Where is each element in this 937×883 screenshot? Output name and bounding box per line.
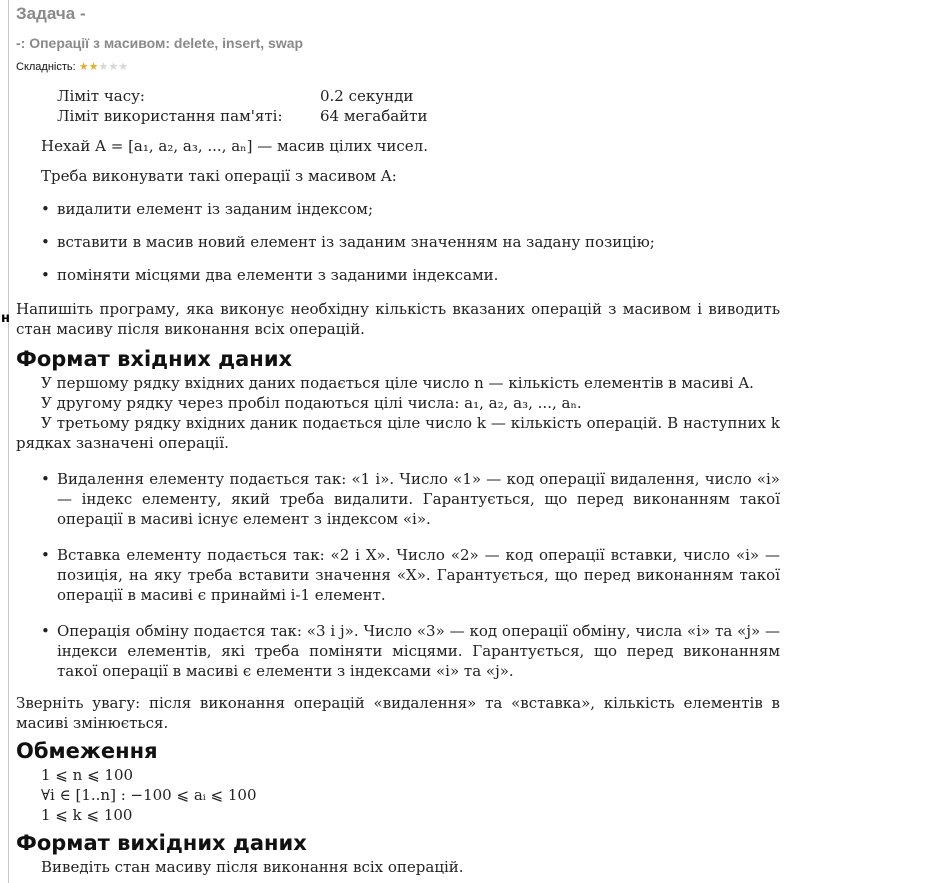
constraint-line: 1 ⩽ n ⩽ 100 (41, 766, 134, 784)
output-format-heading: Формат вихідних даних (16, 831, 307, 855)
star-empty-icon: ★ (98, 60, 109, 73)
problem-statement: Ліміт часу: 0.2 секунди Ліміт використан… (16, 86, 780, 877)
memory-limit-row: Ліміт використання пам'яті: 64 мегабайти (57, 106, 427, 126)
star-empty-icon: ★ (108, 60, 119, 73)
constraint-line: ∀i ∈ [1..n] : −100 ⩽ aᵢ ⩽ 100 (41, 786, 257, 804)
difficulty-rating: Складність: ★ ★ ★ ★ ★ (16, 61, 128, 73)
input-line-1: У першому рядку вхідних даних подається … (41, 374, 754, 392)
difficulty-stars: ★ ★ ★ ★ ★ (78, 60, 129, 73)
task-subtitle: -: Операції з масивом: delete, insert, s… (16, 35, 304, 51)
star-filled-icon: ★ (88, 60, 99, 73)
input-note: Зверніть увагу: після виконання операцій… (16, 694, 780, 732)
statement-paragraph-1: Нехай A = [a₁, a₂, a₃, ..., aₙ] — масив … (41, 137, 428, 155)
stray-character: н (1, 311, 10, 326)
star-filled-icon: ★ (78, 60, 89, 73)
difficulty-label: Складність: (16, 61, 76, 73)
time-limit-value: 0.2 секунди (320, 87, 414, 105)
task-title: Задача - (16, 4, 86, 23)
operation-item: вставити в масив новий елемент із задани… (16, 232, 780, 252)
time-limit-label: Ліміт часу: (57, 87, 145, 105)
operation-item: видалити елемент із заданим індексом; (16, 199, 780, 219)
constraint-line: 1 ⩽ k ⩽ 100 (41, 806, 133, 824)
statement-paragraph-3: Напишіть програму, яка виконує необхідну… (16, 300, 780, 338)
statement-paragraph-2: Треба виконувати такі операції з масивом… (41, 167, 397, 185)
input-line-3: У третьому рядку вхідних даник подається… (16, 414, 780, 452)
input-operation-item: Вставка елементу подається так: «2 i X».… (16, 545, 780, 605)
left-border (8, 0, 9, 883)
input-format-heading: Формат вхідних даних (16, 347, 293, 371)
operations-list: видалити елемент із заданим індексом; вс… (16, 199, 780, 285)
limits-table: Ліміт часу: 0.2 секунди Ліміт використан… (57, 86, 427, 126)
constraints-heading: Обмеження (16, 739, 158, 763)
operation-item: поміняти місцями два елементи з заданими… (16, 265, 780, 285)
input-operations-list: Видалення елементу подається так: «1 i».… (16, 469, 780, 681)
time-limit-row: Ліміт часу: 0.2 секунди (57, 86, 427, 106)
output-text: Виведіть стан масиву після виконання всі… (41, 858, 464, 876)
star-empty-icon: ★ (118, 60, 129, 73)
memory-limit-value: 64 мегабайти (320, 107, 428, 125)
memory-limit-label: Ліміт використання пам'яті: (57, 107, 283, 125)
constraints-list: 1 ⩽ n ⩽ 100 ∀i ∈ [1..n] : −100 ⩽ aᵢ ⩽ 10… (16, 765, 780, 825)
input-line-2: У другому рядку через пробіл подаються ц… (41, 394, 582, 412)
input-operation-item: Видалення елементу подається так: «1 i».… (16, 469, 780, 529)
input-operation-item: Операція обміну подаєтся так: «3 i j». Ч… (16, 621, 780, 681)
